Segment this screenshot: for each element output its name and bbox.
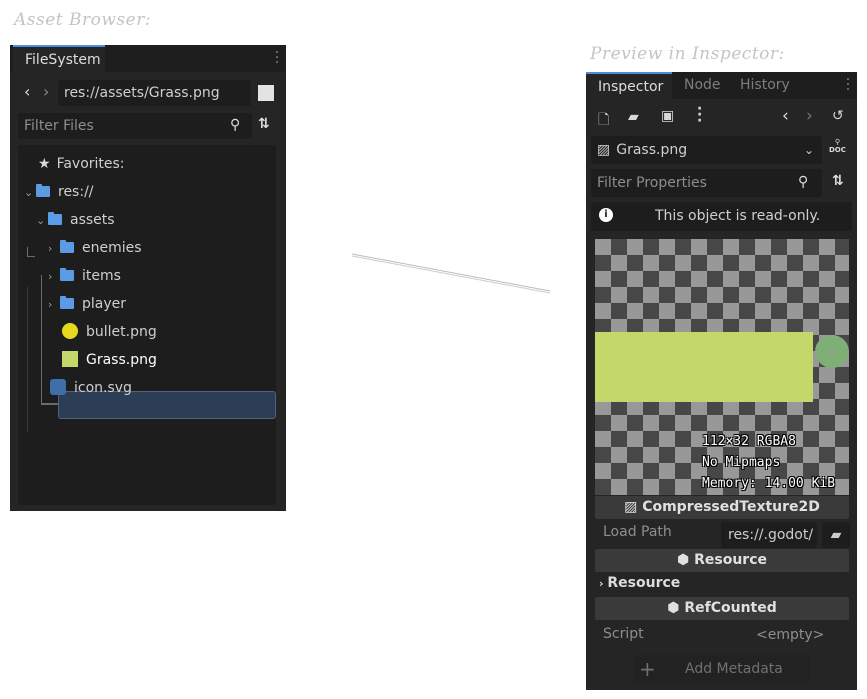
back-icon[interactable]: ‹ bbox=[24, 82, 30, 101]
chevron-down-icon: ⌄ bbox=[24, 186, 34, 199]
forward-icon[interactable]: › bbox=[806, 106, 813, 126]
load-path-field[interactable]: res://.godot/ bbox=[721, 522, 817, 548]
section-refcounted: ⬢ RefCounted bbox=[595, 597, 849, 620]
save-icon[interactable]: ▣ bbox=[661, 108, 674, 124]
filter-properties-input[interactable]: Filter Properties bbox=[591, 169, 822, 197]
sort-icon[interactable]: ⇅ bbox=[258, 116, 270, 132]
tree-item-player[interactable]: › player bbox=[48, 293, 126, 315]
cube-icon: ⬢ bbox=[676, 552, 695, 568]
file-tree: ★ Favorites: ⌄ res:// ⌄ assets › enemies › it… bbox=[18, 145, 276, 505]
readonly-notice: i This object is read-only. bbox=[591, 202, 852, 231]
section-title: RefCounted bbox=[684, 600, 777, 616]
star-icon: ★ bbox=[38, 156, 51, 172]
tab-filesystem[interactable]: FileSystem bbox=[13, 45, 105, 72]
menu-kebab-icon[interactable]: · · · bbox=[845, 73, 851, 97]
preview-memory: Memory: 14.00 KiB bbox=[702, 476, 836, 491]
folder-icon bbox=[60, 240, 74, 253]
search-icon: ⚲ bbox=[230, 117, 241, 133]
chevron-down-icon: ⌄ bbox=[803, 143, 814, 157]
property-tools-icon[interactable]: ⇅ bbox=[832, 173, 844, 189]
grass-thumbnail-icon bbox=[62, 351, 78, 367]
texture-icon: ▨ bbox=[624, 499, 643, 515]
section-title: CompressedTexture2D bbox=[642, 499, 820, 515]
enemies-label: enemies bbox=[82, 240, 142, 256]
res-label: res:// bbox=[58, 184, 94, 200]
connector-line bbox=[351, 253, 551, 294]
forward-icon[interactable]: › bbox=[43, 82, 49, 101]
folder-icon bbox=[60, 268, 74, 281]
open-folder-icon[interactable]: ▰ bbox=[628, 109, 639, 125]
icon-svg-label: icon.svg bbox=[74, 380, 132, 396]
history-icon[interactable]: ↺ bbox=[832, 108, 844, 124]
tab-node[interactable]: Node bbox=[672, 72, 733, 99]
tree-item-icon[interactable]: icon.svg bbox=[50, 377, 132, 399]
tree-item-bullet[interactable]: bullet.png bbox=[62, 321, 157, 343]
readonly-text: This object is read-only. bbox=[655, 208, 821, 224]
folder-browse-icon[interactable]: ▰ bbox=[822, 522, 850, 548]
filter-files-input[interactable]: Filter Files bbox=[18, 113, 252, 139]
bullet-thumbnail-icon bbox=[62, 323, 78, 339]
resource-group-toggle[interactable]: › Resource bbox=[599, 575, 680, 591]
bullet-label: bullet.png bbox=[86, 324, 157, 340]
doc-icon[interactable]: ⚲ DOC bbox=[829, 138, 846, 154]
tab-inspector[interactable]: Inspector bbox=[586, 72, 672, 99]
godot-icon bbox=[50, 379, 66, 395]
load-path-label: Load Path bbox=[603, 524, 672, 540]
tree-item-res[interactable]: ⌄ res:// bbox=[24, 181, 94, 203]
tree-item-assets[interactable]: ⌄ assets bbox=[36, 209, 115, 231]
bush-sprite bbox=[815, 335, 849, 368]
back-icon[interactable]: ‹ bbox=[782, 106, 789, 126]
asset-browser-caption: Asset Browser: bbox=[14, 10, 152, 30]
tree-item-items[interactable]: › items bbox=[48, 265, 121, 287]
section-resource: ⬢ Resource bbox=[595, 549, 849, 572]
tree-item-enemies[interactable]: › enemies bbox=[48, 237, 142, 259]
texture-preview: 112×32 RGBA8 No Mipmaps Memory: 14.00 Ki… bbox=[595, 239, 849, 495]
inspector-panel: Inspector Node History · · · 🗋 ▰ ▣ · · · ‹ ›… bbox=[586, 72, 857, 690]
more-options-icon[interactable]: · · · bbox=[697, 102, 702, 128]
folder-icon bbox=[60, 296, 74, 309]
script-label: Script bbox=[603, 626, 644, 642]
tree-item-favorites[interactable]: ★ Favorites: bbox=[38, 153, 125, 175]
filesystem-panel: FileSystem · · · ‹ › res://assets/Grass.pn… bbox=[10, 45, 286, 511]
section-compressed-texture: ▨ CompressedTexture2D bbox=[595, 496, 849, 519]
resource-name: Grass.png bbox=[616, 142, 688, 158]
section-title: Resource bbox=[694, 552, 767, 568]
chevron-down-icon: ⌄ bbox=[36, 214, 46, 227]
chevron-right-icon: › bbox=[48, 270, 53, 283]
menu-kebab-icon[interactable]: · · · bbox=[274, 46, 280, 70]
add-metadata-button[interactable]: + Add Metadata bbox=[633, 655, 811, 683]
resource-selector[interactable]: ▨ Grass.png ⌄ bbox=[591, 136, 822, 164]
texture-icon: ▨ bbox=[597, 142, 611, 158]
path-field[interactable]: res://assets/Grass.png bbox=[58, 80, 251, 106]
search-icon: ⚲ bbox=[798, 174, 809, 190]
inspector-preview-caption: Preview in Inspector: bbox=[590, 44, 785, 64]
toggle-view-button[interactable] bbox=[258, 85, 274, 101]
chevron-right-icon: › bbox=[48, 242, 53, 255]
script-value[interactable]: <empty> bbox=[756, 627, 824, 643]
preview-mipmaps: No Mipmaps bbox=[702, 455, 781, 470]
info-icon: i bbox=[599, 208, 613, 222]
preview-dimensions: 112×32 RGBA8 bbox=[702, 434, 796, 449]
folder-icon bbox=[48, 212, 62, 225]
folder-icon bbox=[36, 184, 50, 197]
tree-item-grass[interactable]: Grass.png bbox=[62, 349, 157, 371]
items-label: items bbox=[82, 268, 121, 284]
add-metadata-label: Add Metadata bbox=[685, 661, 783, 677]
assets-label: assets bbox=[70, 212, 115, 228]
tab-history[interactable]: History bbox=[728, 72, 802, 99]
cube-icon: ⬢ bbox=[667, 600, 685, 616]
chevron-right-icon: › bbox=[48, 298, 53, 311]
new-resource-icon[interactable]: 🗋 bbox=[598, 109, 609, 133]
group-title: Resource bbox=[607, 575, 681, 591]
plus-icon: + bbox=[639, 657, 656, 681]
favorites-label: Favorites: bbox=[56, 156, 125, 172]
grass-label: Grass.png bbox=[86, 352, 157, 368]
player-label: player bbox=[82, 296, 127, 312]
grass-texture bbox=[595, 332, 813, 402]
